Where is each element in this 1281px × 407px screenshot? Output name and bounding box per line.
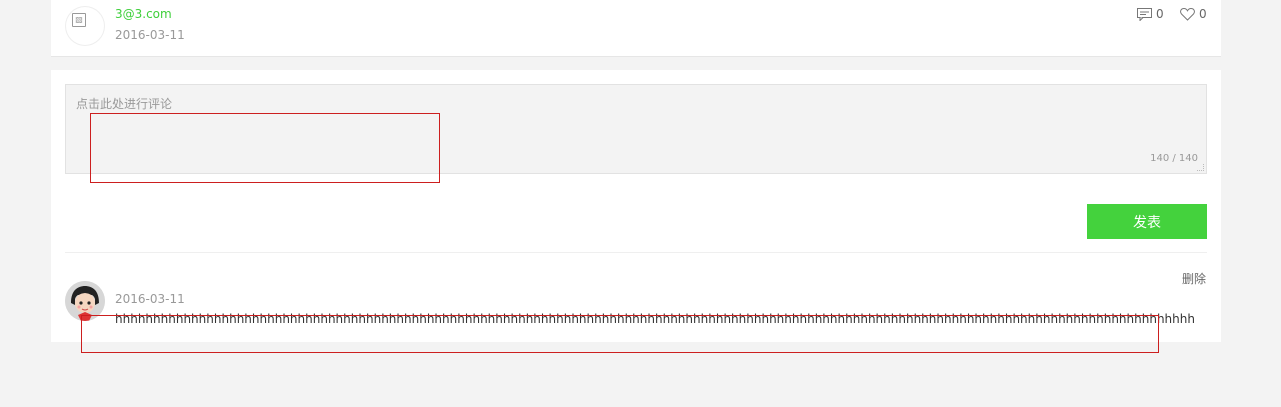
- post-card: ▧ 3@3.com 2016-03-11 0 0: [51, 0, 1221, 57]
- author-name[interactable]: 3@3.com: [115, 7, 172, 21]
- author-avatar[interactable]: ▧: [65, 6, 105, 46]
- comment-count-button[interactable]: 0: [1137, 7, 1164, 21]
- char-counter: 140 / 140: [1150, 153, 1198, 164]
- comment-date: 2016-03-11: [115, 292, 185, 306]
- divider: [65, 252, 1207, 253]
- publish-button[interactable]: 发表: [1087, 204, 1207, 239]
- comment-section: 点击此处进行评论 140 / 140 发表 删除 2016-03-11 hhhh…: [51, 70, 1221, 342]
- like-count: 0: [1199, 7, 1207, 21]
- post-date: 2016-03-11: [115, 28, 185, 42]
- highlight-box: [81, 315, 1159, 353]
- highlight-box: [90, 113, 440, 183]
- comment-icon: [1137, 7, 1152, 21]
- like-button[interactable]: 0: [1180, 7, 1207, 21]
- comment-placeholder: 点击此处进行评论: [76, 97, 173, 111]
- comment-count: 0: [1156, 7, 1164, 21]
- broken-image-icon: ▧: [72, 13, 86, 27]
- resize-handle-icon[interactable]: [1197, 164, 1204, 171]
- delete-comment-link[interactable]: 删除: [1182, 270, 1206, 287]
- heart-icon: [1180, 7, 1195, 21]
